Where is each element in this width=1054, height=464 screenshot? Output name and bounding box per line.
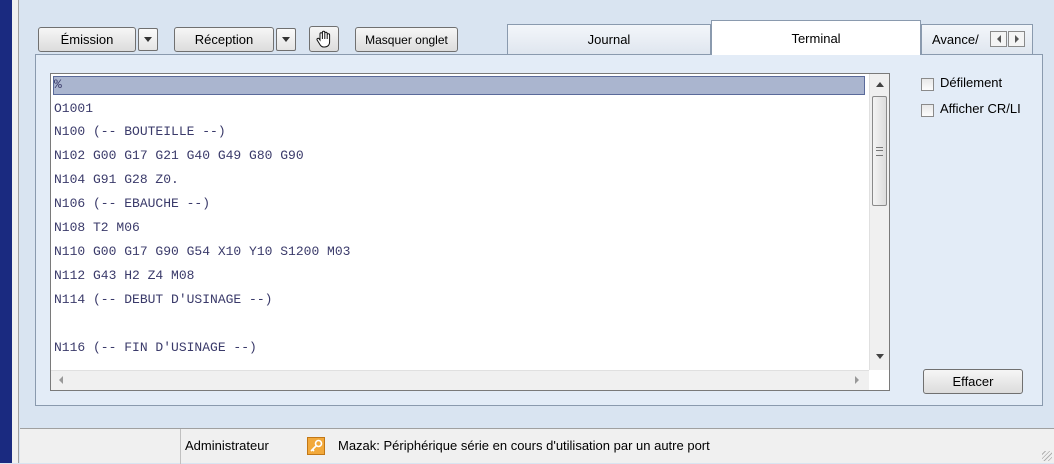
- hide-tab-label: Masquer onglet: [365, 32, 448, 47]
- selected-line-highlight: [53, 76, 865, 95]
- vertical-scroll-thumb[interactable]: [872, 96, 887, 206]
- clear-label: Effacer: [952, 374, 994, 389]
- scroll-checkbox-label: Défilement: [940, 75, 1003, 90]
- terminal-line: %: [54, 77, 62, 92]
- terminal-line: N114 (-- DEBUT D'USINAGE --): [54, 292, 273, 307]
- hand-tool-button[interactable]: [309, 26, 339, 52]
- window-left-border: [0, 0, 12, 463]
- vertical-scrollbar[interactable]: [869, 74, 889, 370]
- terminal-line: N100 (-- BOUTEILLE --): [54, 124, 226, 139]
- tab-label: Avance/: [932, 32, 979, 47]
- window-left-frame: [12, 0, 19, 463]
- hand-icon: [316, 30, 331, 48]
- status-bar: Administrateur Mazak: Périphérique série…: [20, 428, 1054, 464]
- resize-grip-icon[interactable]: [1042, 451, 1052, 461]
- terminal-line: N112 G43 H2 Z4 M08: [54, 268, 195, 283]
- terminal-line: O1001: [54, 101, 94, 116]
- grip-icon: [876, 150, 883, 151]
- terminal-line: N108 T2 M06: [54, 220, 140, 235]
- status-message: Mazak: Périphérique série en cours d'uti…: [338, 438, 710, 453]
- chevron-right-icon: [1014, 35, 1019, 43]
- horizontal-scrollbar[interactable]: [51, 370, 869, 390]
- emission-label: Émission: [60, 32, 114, 47]
- scroll-checkbox[interactable]: [921, 78, 934, 91]
- chevron-down-icon: [144, 37, 152, 42]
- grip-icon: [876, 147, 883, 156]
- scroll-left-icon[interactable]: [59, 376, 63, 384]
- terminal-line: N102 G00 G17 G21 G40 G49 G80 G90: [54, 148, 304, 163]
- scroll-up-icon[interactable]: [876, 82, 884, 87]
- tab-label: Terminal: [791, 30, 841, 46]
- terminal-line: N106 (-- EBAUCHE --): [54, 196, 211, 211]
- tab-scroll-right-button[interactable]: [1008, 31, 1025, 47]
- tab-journal[interactable]: Journal: [507, 24, 711, 54]
- terminal-line: N104 G91 G28 Z0.: [54, 172, 179, 187]
- tab-scroll-buttons: [990, 31, 1026, 47]
- reception-label: Réception: [194, 32, 254, 47]
- tab-label: Journal: [587, 32, 631, 47]
- clear-button[interactable]: Effacer: [923, 369, 1023, 394]
- show-crlf-checkbox-label: Afficher CR/LI: [940, 101, 1021, 116]
- tab-terminal[interactable]: Terminal: [711, 20, 921, 55]
- chevron-left-icon: [996, 35, 1001, 43]
- tab-scroll-left-button[interactable]: [990, 31, 1007, 47]
- terminal-text-area[interactable]: % O1001 N100 (-- BOUTEILLE --) N102 G00 …: [50, 73, 890, 391]
- terminal-line: N116 (-- FIN D'USINAGE --): [54, 340, 257, 355]
- emission-button[interactable]: Émission: [38, 27, 136, 52]
- status-user: Administrateur: [185, 438, 269, 453]
- hide-tab-button[interactable]: Masquer onglet: [355, 27, 458, 52]
- emission-dropdown-button[interactable]: [138, 28, 158, 51]
- reception-button[interactable]: Réception: [174, 27, 274, 52]
- scroll-right-icon[interactable]: [855, 376, 859, 384]
- chevron-down-icon: [282, 37, 290, 42]
- terminal-line: N110 G00 G17 G90 G54 X10 Y10 S1200 M03: [54, 244, 351, 259]
- key-icon: [307, 437, 325, 455]
- scroll-down-icon[interactable]: [876, 354, 884, 359]
- reception-dropdown-button[interactable]: [276, 28, 296, 51]
- show-crlf-checkbox[interactable]: [921, 104, 934, 117]
- status-divider: [180, 429, 181, 464]
